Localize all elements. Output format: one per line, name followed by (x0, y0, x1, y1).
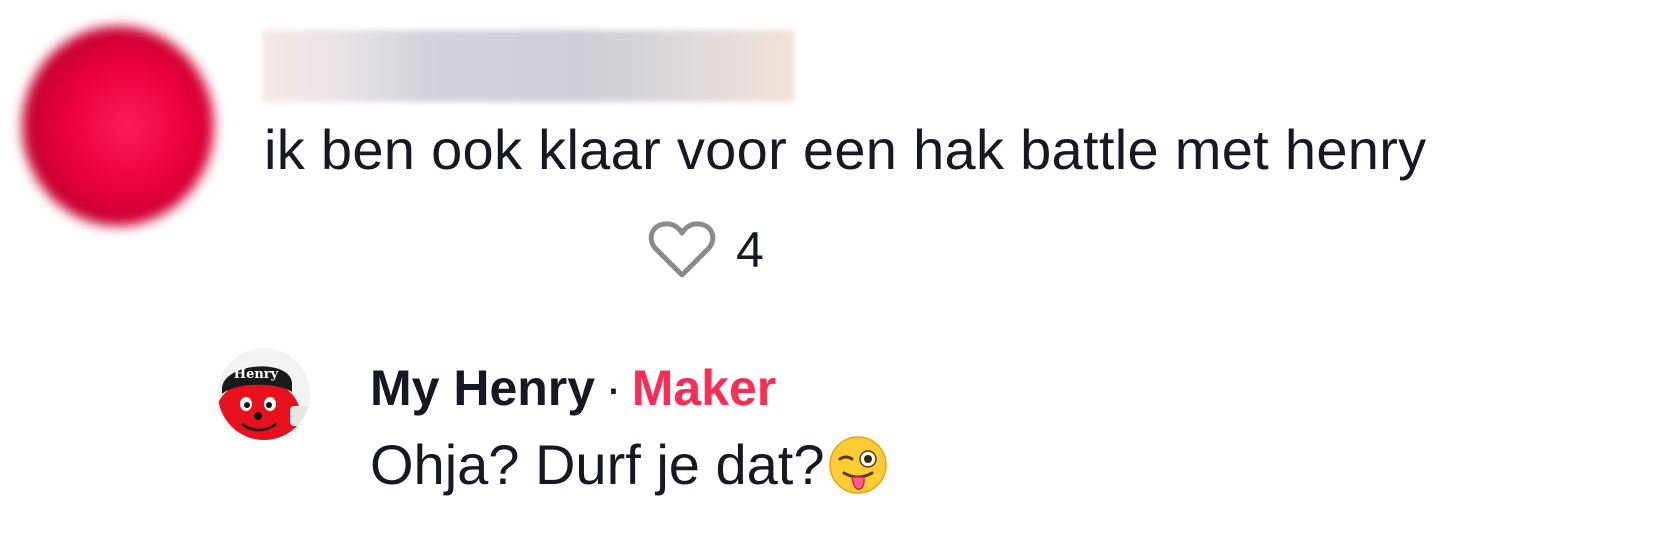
like-button[interactable]: 4 (648, 214, 764, 286)
reply-text-row: Ohja? Durf je dat? (370, 430, 888, 500)
comment-text: ik ben ook klaar voor een hak battle met… (264, 118, 1427, 181)
maker-badge: Maker (631, 360, 777, 416)
henry-avatar-icon: Henry (218, 348, 310, 440)
commenter-avatar[interactable] (22, 26, 214, 226)
heart-icon (648, 221, 716, 278)
reply-text: Ohja? Durf je dat? (370, 433, 825, 496)
reply-author[interactable]: My Henry (370, 360, 595, 416)
winking-tongue-emoji-icon (829, 436, 888, 494)
reply-avatar[interactable]: Henry (218, 348, 310, 440)
svg-text:Henry: Henry (234, 367, 279, 382)
separator-dot: · (605, 360, 622, 416)
commenter-username[interactable] (262, 30, 794, 102)
like-count: 4 (736, 222, 764, 278)
reply-header: My Henry · Maker (370, 356, 776, 420)
